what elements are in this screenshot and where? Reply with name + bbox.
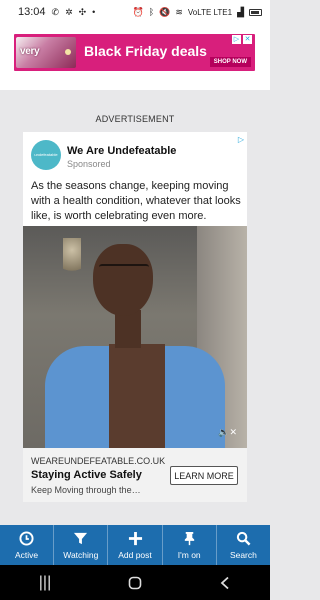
learn-more-button[interactable]: LEARN MORE [170, 466, 238, 485]
tab-search[interactable]: Search [217, 525, 270, 565]
torso [109, 344, 165, 448]
ad-domain: WEAREUNDEFEATABLE.CO.UK [31, 456, 166, 466]
banner-shop-now-button[interactable]: SHOP NOW [209, 57, 251, 67]
ad-video-image[interactable]: 🔈✕ [23, 226, 247, 448]
recents-icon[interactable]: ||| [25, 569, 65, 597]
wifi-icon: ≋ [175, 6, 183, 17]
banner-adchoices[interactable]: ▷ ✕ [232, 35, 252, 44]
lamp [63, 238, 81, 278]
banner-ad[interactable]: very Black Friday deals SHOP NOW ▷ ✕ [14, 34, 255, 71]
bluetooth-icon: ᛒ [148, 6, 155, 17]
status-time: 13:04 [18, 6, 46, 18]
ad-footer[interactable]: WEAREUNDEFEATABLE.CO.UK Staying Active S… [23, 448, 247, 502]
whatsapp-icon: ✆ [51, 6, 60, 17]
adchoices-icon[interactable]: ▷ [238, 135, 244, 144]
bottom-tab-bar: Active Watching Add post I'm on Search [0, 525, 270, 565]
advertiser-logo[interactable]: undefeatable [31, 140, 61, 170]
system-nav-bar: ||| [0, 565, 270, 600]
top-ad-area: very Black Friday deals SHOP NOW ▷ ✕ [0, 24, 270, 90]
battery-icon [249, 8, 262, 16]
ad-body-text: As the seasons change, keeping moving wi… [31, 180, 241, 222]
advertiser-name[interactable]: We Are Undefeatable [67, 145, 176, 157]
alarm-icon: ⏰ [132, 6, 144, 17]
filter-icon [73, 530, 88, 547]
settings-icon: ✲ [65, 6, 73, 17]
adchoices-icon[interactable]: ▷ [232, 35, 241, 44]
volume-mute-icon[interactable]: 🔈✕ [218, 427, 237, 438]
tab-label: Active [15, 550, 39, 560]
ad-description: Keep Moving through the… [31, 485, 141, 495]
tab-label: Watching [63, 550, 99, 560]
signal-icon: ▟ [237, 6, 244, 17]
plus-icon [128, 530, 143, 547]
ad-card[interactable]: ▷ undefeatable We Are Undefeatable Spons… [23, 132, 247, 502]
pin-icon [182, 530, 197, 547]
status-bar: 13:04 ✆ ✲ ✣ • ⏰ ᛒ 🔇 ≋ VoLTE LTE1 ▟ [0, 0, 270, 24]
notification-dot-icon: • [92, 6, 96, 17]
tab-label: Add post [118, 550, 152, 560]
tab-active[interactable]: Active [0, 525, 55, 565]
home-icon[interactable] [115, 569, 155, 597]
close-icon[interactable]: ✕ [243, 35, 252, 44]
sponsored-label: Sponsored [67, 159, 111, 169]
tab-label: I'm on [177, 550, 201, 560]
advertisement-heading: ADVERTISEMENT [95, 114, 175, 124]
banner-logo: very [16, 37, 76, 68]
tab-im-on[interactable]: I'm on [163, 525, 217, 565]
network-label: VoLTE LTE1 [187, 7, 233, 17]
banner-title: Black Friday deals [84, 43, 207, 59]
tab-label: Search [229, 550, 257, 560]
sync-icon: ✣ [78, 6, 87, 17]
banner-logo-text: very [20, 46, 40, 57]
tab-watching[interactable]: Watching [54, 525, 109, 565]
search-icon [236, 530, 251, 547]
mute-icon: 🔇 [159, 6, 171, 17]
clock-icon [19, 530, 34, 547]
glasses [99, 264, 149, 274]
ad-headline: Staying Active Safely [31, 469, 142, 481]
banner-logo-dot [65, 49, 71, 55]
tab-add-post[interactable]: Add post [108, 525, 163, 565]
back-icon[interactable] [205, 569, 245, 597]
head [93, 244, 153, 316]
